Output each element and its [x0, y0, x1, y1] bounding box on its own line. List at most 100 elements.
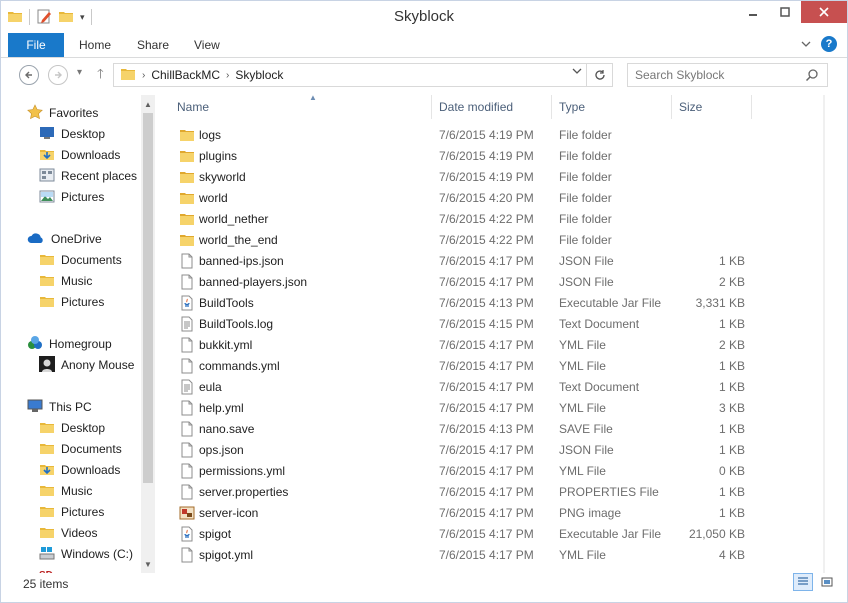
file-name: banned-players.json — [199, 275, 308, 289]
breadcrumb-item[interactable]: Skyblock — [235, 68, 283, 82]
nav-item-windows-c[interactable]: Windows (C:) — [39, 544, 133, 564]
column-divider[interactable] — [551, 95, 552, 119]
table-row[interactable]: banned-players.json 7/6/2015 4:17 PM JSON … — [165, 272, 825, 293]
table-row[interactable]: world_the_end 7/6/2015 4:22 PM File folder — [165, 230, 825, 251]
file-date: 7/6/2015 4:17 PM — [439, 464, 534, 478]
nav-item-downloads[interactable]: Downloads — [39, 145, 120, 165]
close-button[interactable] — [801, 1, 847, 23]
file-size: 1 KB — [718, 485, 745, 499]
nav-favorites[interactable]: Favorites — [27, 103, 98, 123]
folder-icon — [39, 503, 55, 522]
column-divider[interactable] — [751, 95, 752, 119]
back-button[interactable] — [19, 65, 39, 85]
recent-places-icon — [39, 167, 55, 186]
up-arrow-icon[interactable]: 🡑 — [97, 65, 104, 87]
nav-homegroup[interactable]: Homegroup — [27, 334, 112, 354]
scroll-up-icon[interactable]: ▲ — [823, 97, 825, 111]
scroll-up-icon[interactable]: ▲ — [141, 97, 155, 111]
file-icon — [179, 442, 195, 458]
large-icons-view-button[interactable] — [817, 573, 837, 591]
column-divider[interactable] — [431, 95, 432, 119]
file-list-scrollbar[interactable]: ▲ ▼ — [823, 95, 825, 573]
recent-locations-icon[interactable]: ▾ — [77, 67, 82, 78]
details-view-button[interactable] — [793, 573, 813, 591]
nav-this-pc[interactable]: This PC — [27, 397, 92, 417]
table-row[interactable]: eula 7/6/2015 4:17 PM Text Document 1 KB — [165, 377, 825, 398]
tab-share[interactable]: Share — [137, 38, 169, 52]
table-row[interactable]: ops.json 7/6/2015 4:17 PM JSON File 1 KB — [165, 440, 825, 461]
chevron-right-icon[interactable]: › — [142, 70, 145, 81]
column-divider[interactable] — [671, 95, 672, 119]
nav-item-pictures[interactable]: Pictures — [39, 187, 104, 207]
nav-item-documents[interactable]: Documents — [39, 439, 122, 459]
nav-item-downloads[interactable]: Downloads — [39, 460, 120, 480]
downloads-icon — [39, 461, 55, 480]
nav-item-anony-mouse[interactable]: Anony Mouse — [39, 355, 134, 375]
address-dropdown-icon[interactable] — [572, 67, 582, 78]
jar-icon — [179, 526, 195, 542]
scrollbar-thumb[interactable] — [143, 113, 153, 483]
table-row[interactable]: world_nether 7/6/2015 4:22 PM File folder — [165, 209, 825, 230]
expand-ribbon-icon[interactable] — [801, 37, 811, 51]
address-bar[interactable]: › ChillBackMC › Skyblock — [113, 63, 613, 87]
tab-home[interactable]: Home — [79, 38, 111, 52]
table-row[interactable]: spigot.yml 7/6/2015 4:17 PM YML File 4 KB — [165, 545, 825, 566]
file-date: 7/6/2015 4:19 PM — [439, 149, 534, 163]
table-row[interactable]: server-icon 7/6/2015 4:17 PM PNG image 1 KB — [165, 503, 825, 524]
column-header-size[interactable]: Size — [679, 95, 749, 119]
nav-item-desktop[interactable]: Desktop — [39, 124, 105, 144]
table-row[interactable]: permissions.yml 7/6/2015 4:17 PM YML File 0… — [165, 461, 825, 482]
forward-button[interactable] — [48, 65, 68, 85]
chevron-right-icon[interactable]: › — [226, 70, 229, 81]
table-row[interactable]: help.yml 7/6/2015 4:17 PM YML File 3 KB — [165, 398, 825, 419]
nav-item-partial[interactable]: SD — [39, 565, 53, 574]
table-row[interactable]: nano.save 7/6/2015 4:13 PM SAVE File 1 KB — [165, 419, 825, 440]
column-header-date[interactable]: Date modified — [439, 95, 551, 119]
nav-item-desktop[interactable]: Desktop — [39, 418, 105, 438]
help-icon[interactable]: ? — [821, 36, 837, 52]
column-header-type[interactable]: Type — [559, 95, 671, 119]
file-size: 0 KB — [718, 464, 745, 478]
nav-item-recent-places[interactable]: Recent places — [39, 166, 137, 186]
search-icon[interactable] — [805, 68, 819, 85]
tab-file[interactable]: File — [8, 33, 64, 57]
scroll-down-icon[interactable]: ▼ — [141, 557, 155, 571]
nav-item-documents[interactable]: Documents — [39, 250, 122, 270]
file-name: plugins — [199, 149, 238, 163]
file-name: help.yml — [199, 401, 244, 415]
nav-item-pictures[interactable]: Pictures — [39, 502, 104, 522]
table-row[interactable]: bukkit.yml 7/6/2015 4:17 PM YML File 2 KB — [165, 335, 825, 356]
nav-item-music[interactable]: Music — [39, 481, 92, 501]
table-row[interactable]: BuildTools 7/6/2015 4:13 PM Executable Jar… — [165, 293, 825, 314]
nav-item-pictures[interactable]: Pictures — [39, 292, 104, 312]
nav-onedrive[interactable]: OneDrive — [27, 229, 102, 249]
file-date: 7/6/2015 4:17 PM — [439, 254, 534, 268]
minimize-button[interactable] — [737, 1, 769, 23]
table-row[interactable]: commands.yml 7/6/2015 4:17 PM YML File 1 KB — [165, 356, 825, 377]
table-row[interactable]: logs 7/6/2015 4:19 PM File folder — [165, 125, 825, 146]
file-name: ops.json — [199, 443, 244, 457]
table-row[interactable]: server.properties 7/6/2015 4:17 PM PROPERT… — [165, 482, 825, 503]
breadcrumb-item[interactable]: ChillBackMC — [151, 68, 220, 82]
table-row[interactable]: banned-ips.json 7/6/2015 4:17 PM JSON File… — [165, 251, 825, 272]
folder-icon — [39, 482, 55, 501]
file-type: JSON File — [559, 275, 614, 289]
table-row[interactable]: spigot 7/6/2015 4:17 PM Executable Jar Fil… — [165, 524, 825, 545]
tab-view[interactable]: View — [194, 38, 220, 52]
nav-label: Recent places — [61, 169, 138, 183]
nav-item-music[interactable]: Music — [39, 271, 92, 291]
nav-label: Pictures — [61, 505, 105, 519]
nav-item-videos[interactable]: Videos — [39, 523, 97, 543]
scroll-down-icon[interactable]: ▼ — [823, 557, 825, 571]
address-row: ▾ 🡑 › ChillBackMC › Skyblock Search Skyb… — [1, 59, 847, 93]
file-name: spigot — [199, 527, 232, 541]
nav-scrollbar[interactable]: ▲ ▼ — [141, 95, 155, 573]
table-row[interactable]: BuildTools.log 7/6/2015 4:15 PM Text Docum… — [165, 314, 825, 335]
table-row[interactable]: skyworld 7/6/2015 4:19 PM File folder — [165, 167, 825, 188]
maximize-button[interactable] — [769, 1, 801, 23]
refresh-button[interactable] — [586, 64, 612, 86]
search-input[interactable]: Search Skyblock — [627, 63, 828, 87]
column-header-name[interactable]: Name ▲ — [177, 95, 431, 119]
table-row[interactable]: plugins 7/6/2015 4:19 PM File folder — [165, 146, 825, 167]
table-row[interactable]: world 7/6/2015 4:20 PM File folder — [165, 188, 825, 209]
